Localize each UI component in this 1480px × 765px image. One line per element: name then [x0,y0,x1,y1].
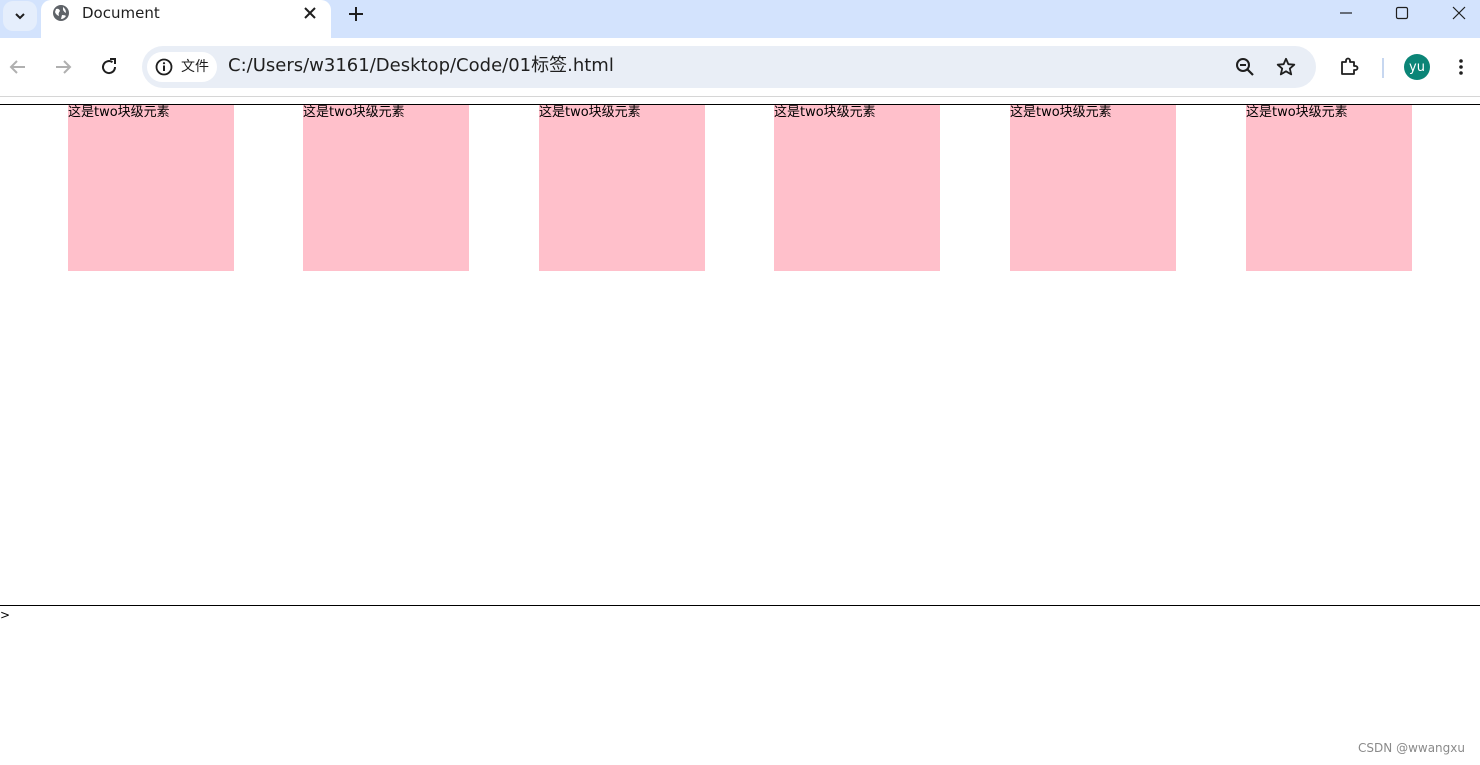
forward-button[interactable] [51,55,75,79]
minimize-button[interactable] [1334,3,1358,23]
close-icon [304,7,316,19]
arrow-right-icon [56,60,72,74]
tab-search-button[interactable] [3,1,37,31]
pink-block: 这是two块级元素 [303,105,469,271]
reload-button[interactable] [97,55,121,79]
stray-text: > [0,608,11,622]
zoom-out-icon [1236,58,1254,76]
puzzle-icon [1341,57,1359,75]
address-bar[interactable]: 文件 C:/Users/w3161/Desktop/Code/01标签.html [142,46,1316,88]
zoom-button[interactable] [1233,55,1257,79]
plus-icon [349,7,363,21]
pink-block: 这是two块级元素 [774,105,940,271]
block-text: 这是two块级元素 [1010,105,1112,120]
watermark: CSDN @wwangxu [1358,741,1465,755]
extensions-button[interactable] [1337,55,1361,79]
tab-title: Document [82,4,160,22]
minimize-icon [1340,12,1352,14]
block-text: 这是two块级元素 [774,105,876,120]
star-icon [1276,57,1296,76]
block-text: 这是two块级元素 [539,105,641,120]
profile-avatar[interactable]: yu [1404,54,1430,80]
new-tab-button[interactable] [344,3,368,25]
block-text: 这是two块级元素 [1246,105,1348,120]
info-icon [155,58,173,76]
close-icon [1452,6,1466,20]
reload-icon [102,58,117,75]
pink-block: 这是two块级元素 [539,105,705,271]
pink-block: 这是two块级元素 [68,105,234,271]
more-vertical-icon [1459,59,1463,75]
active-tab[interactable]: Document [41,0,331,38]
menu-button[interactable] [1449,55,1473,79]
pink-block: 这是two块级元素 [1246,105,1412,271]
maximize-button[interactable] [1390,3,1414,23]
tab-strip: Document [0,0,1480,38]
tab-close-button[interactable] [300,3,320,23]
arrow-left-icon [9,60,25,74]
block-text: 这是two块级元素 [303,105,405,120]
close-window-button[interactable] [1447,3,1471,23]
site-info-label: 文件 [181,59,209,75]
pink-block: 这是two块级元素 [1010,105,1176,271]
chevron-down-icon [15,13,25,20]
page-viewport: 这是two块级元素 这是two块级元素 这是two块级元素 这是two块级元素 … [0,97,1480,765]
globe-icon [53,5,69,21]
bookmark-button[interactable] [1274,55,1298,79]
browser-toolbar: 文件 C:/Users/w3161/Desktop/Code/01标签.html… [0,38,1480,97]
profile-initials: yu [1409,59,1425,75]
toolbar-separator [1382,58,1384,78]
maximize-icon [1395,6,1409,20]
url-text[interactable]: C:/Users/w3161/Desktop/Code/01标签.html [228,56,614,76]
block-text: 这是two块级元素 [68,105,170,120]
back-button[interactable] [6,55,30,79]
site-info-chip[interactable]: 文件 [147,52,217,82]
bottom-border-line [0,605,1480,606]
